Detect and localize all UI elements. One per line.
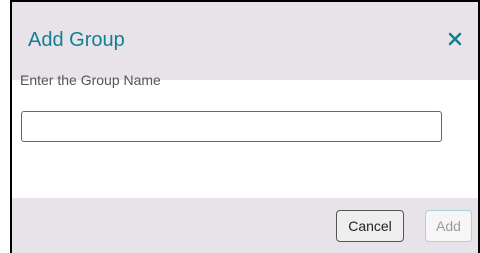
add-group-dialog: Add Group Enter the Group Name Cancel Ad… [0, 0, 480, 253]
close-button[interactable] [445, 31, 465, 51]
group-name-input[interactable] [21, 111, 442, 142]
page: Add Group Enter the Group Name Cancel Ad… [0, 0, 480, 253]
dialog-title: Add Group [28, 29, 125, 51]
dialog-footer [12, 198, 478, 253]
add-button[interactable]: Add [425, 210, 472, 242]
close-icon [448, 32, 462, 51]
group-name-label: Enter the Group Name [20, 72, 161, 88]
cancel-button[interactable]: Cancel [336, 210, 404, 242]
